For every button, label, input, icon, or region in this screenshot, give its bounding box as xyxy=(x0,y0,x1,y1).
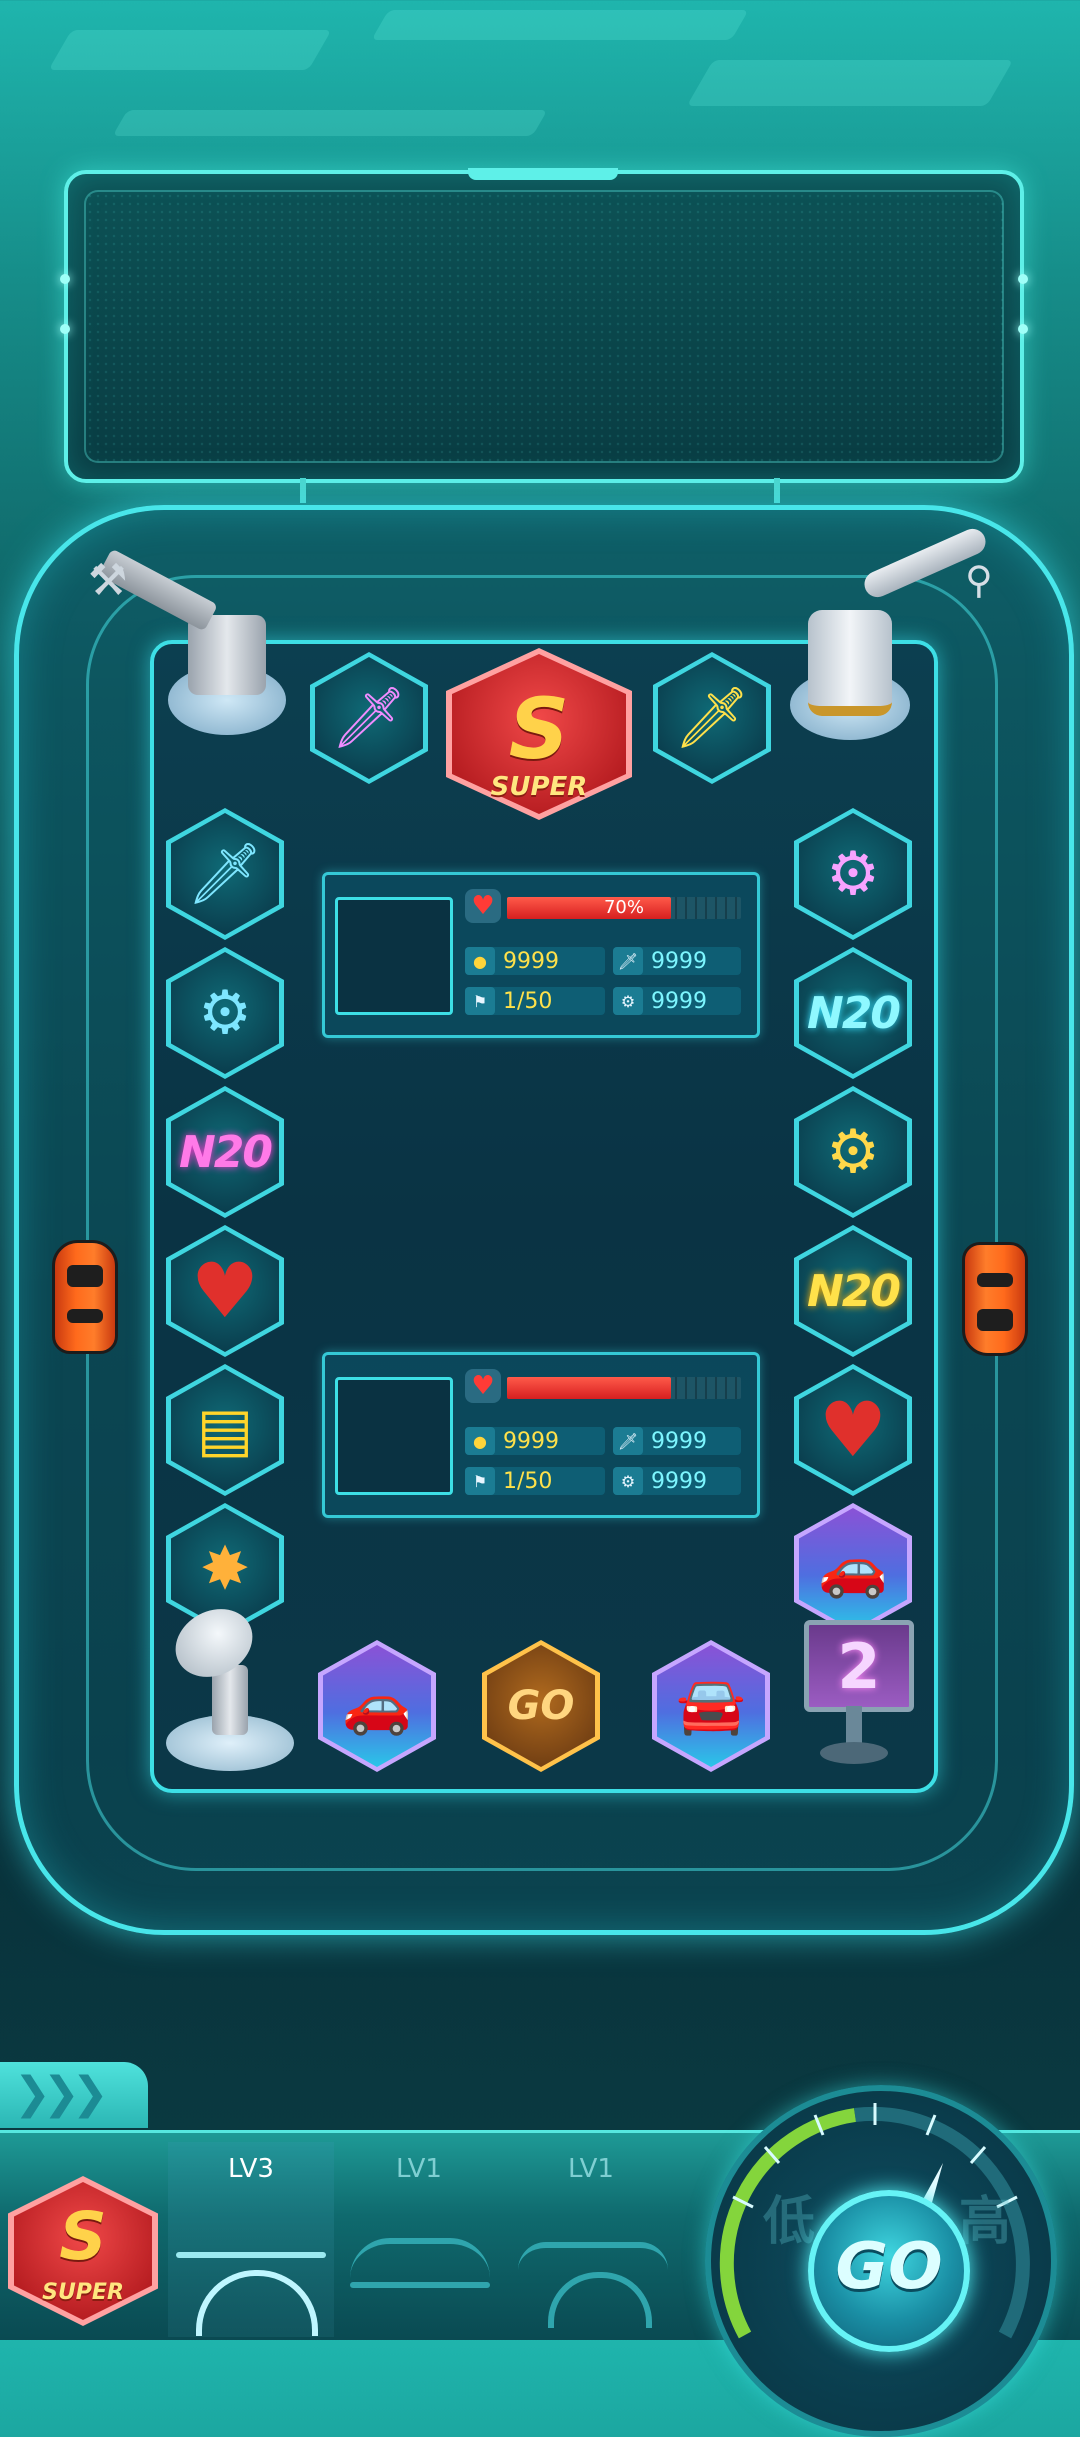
speed-low-label: 低 xyxy=(763,2192,816,2252)
counter-screen: 2 xyxy=(790,1612,920,1772)
tile-glyph: ⚙ xyxy=(826,1117,880,1187)
attack-stat: 🗡 9999 xyxy=(613,1427,741,1455)
super-s-logo-icon: S xyxy=(508,680,570,778)
go-label: GO xyxy=(835,2230,943,2304)
player-avatar xyxy=(335,1377,453,1495)
tile-glyph: 🚘 xyxy=(676,1673,746,1738)
billboard-pole xyxy=(300,478,306,503)
crane-machine-icon: ⚲ xyxy=(780,524,1010,760)
tile-glyph: ♥ xyxy=(190,1246,260,1335)
sword-stat-icon: 🗡 xyxy=(613,1427,643,1455)
coin-icon: ● xyxy=(465,1427,495,1455)
coin-icon: ● xyxy=(465,947,495,975)
sky-streak xyxy=(112,110,548,136)
double-chevron-right-icon: ❯❯❯ xyxy=(14,2068,109,2119)
tile-glyph: 🗡 xyxy=(186,839,264,909)
super-s-logo-icon: S xyxy=(59,2198,107,2275)
player-info-panel: ♥ ● 9999 🗡 9999 ⚑ 1/50 ⚙ 9999 xyxy=(322,1352,760,1518)
player-avatar xyxy=(335,897,453,1015)
sky-streak xyxy=(371,10,749,40)
coins-stat: ● 9999 xyxy=(465,947,605,975)
attack-value: 9999 xyxy=(651,1428,707,1454)
tile-glyph: ⚙ xyxy=(826,839,880,909)
wheels-stat: ⚙ 9999 xyxy=(613,1467,741,1495)
tile-glyph: 🚗 xyxy=(818,1536,888,1601)
tile-glyph: ⚙ xyxy=(198,978,252,1048)
car-part-icon xyxy=(176,2252,326,2258)
laps-stat: ⚑ 1/50 xyxy=(465,1467,605,1495)
sky-streak xyxy=(48,30,332,70)
car-part-icon xyxy=(350,2238,490,2278)
coins-value: 9999 xyxy=(503,948,559,974)
sky-streak xyxy=(686,60,1014,106)
billboard-pole xyxy=(774,478,780,503)
race-car-icon xyxy=(52,1240,118,1354)
heart-hp-icon: ♥ xyxy=(465,1369,501,1403)
coins-stat: ● 9999 xyxy=(465,1427,605,1455)
sword-yellow-glyph: 🗡 xyxy=(673,683,751,753)
car-part-icon xyxy=(350,2282,490,2288)
hp-percent-text: 70% xyxy=(603,897,644,918)
level-slot-2[interactable]: LV1 xyxy=(336,2142,502,2337)
tile-glyph: 🚗 xyxy=(342,1673,412,1738)
tile-glyph: ♥ xyxy=(818,1385,888,1474)
sword-stat-icon: 🗡 xyxy=(613,947,643,975)
wheels-stat: ⚙ 9999 xyxy=(613,987,741,1015)
counter-value: 2 xyxy=(837,1629,881,1703)
satellite-dish-icon xyxy=(160,1595,300,1775)
tile-text: GO xyxy=(507,1683,575,1729)
car-part-icon xyxy=(196,2270,318,2336)
tile-text: N20 xyxy=(806,1265,901,1317)
hp-bar: 70% xyxy=(507,897,741,919)
tile-glyph: ▤ xyxy=(196,1395,254,1465)
sword-pink-glyph: 🗡 xyxy=(330,683,408,753)
go-button[interactable]: GO xyxy=(808,2190,970,2352)
car-part-icon xyxy=(518,2242,668,2270)
level-label: LV3 xyxy=(228,2154,274,2184)
wheels-value: 9999 xyxy=(651,988,707,1014)
expand-arrow-button[interactable]: ❯❯❯ xyxy=(0,2062,148,2128)
laps-value: 1/50 xyxy=(503,1468,553,1494)
level-slot-1[interactable]: LV3 xyxy=(168,2142,334,2337)
checkered-flag-icon: ⚑ xyxy=(465,987,495,1015)
wheel-stat-icon: ⚙ xyxy=(613,1467,643,1495)
car-part-icon xyxy=(548,2272,652,2328)
level-slot-3[interactable]: LV1 xyxy=(508,2142,674,2337)
level-label: LV1 xyxy=(568,2154,614,2184)
top-billboard-screen xyxy=(60,168,1028,483)
attack-value: 9999 xyxy=(651,948,707,974)
player-info-panel: ♥ 70% ● 9999 🗡 9999 ⚑ 1/50 ⚙ 9999 xyxy=(322,872,760,1038)
coins-value: 9999 xyxy=(503,1428,559,1454)
claw-machine-icon: ⚒ xyxy=(88,548,298,755)
attack-stat: 🗡 9999 xyxy=(613,947,741,975)
checkered-flag-icon: ⚑ xyxy=(465,1467,495,1495)
tile-glyph: ✸ xyxy=(199,1534,251,1604)
wheels-value: 9999 xyxy=(651,1468,707,1494)
speed-high-label: 高 xyxy=(958,2192,1011,2252)
hp-bar-fill xyxy=(507,1377,671,1399)
wheel-stat-icon: ⚙ xyxy=(613,987,643,1015)
heart-hp-icon: ♥ xyxy=(465,889,501,923)
tile-text: N20 xyxy=(806,987,901,1039)
race-car-icon xyxy=(962,1242,1028,1356)
level-label: LV1 xyxy=(396,2154,442,2184)
hp-bar xyxy=(507,1377,741,1399)
laps-value: 1/50 xyxy=(503,988,553,1014)
tile-text: N20 xyxy=(178,1126,273,1178)
laps-stat: ⚑ 1/50 xyxy=(465,987,605,1015)
